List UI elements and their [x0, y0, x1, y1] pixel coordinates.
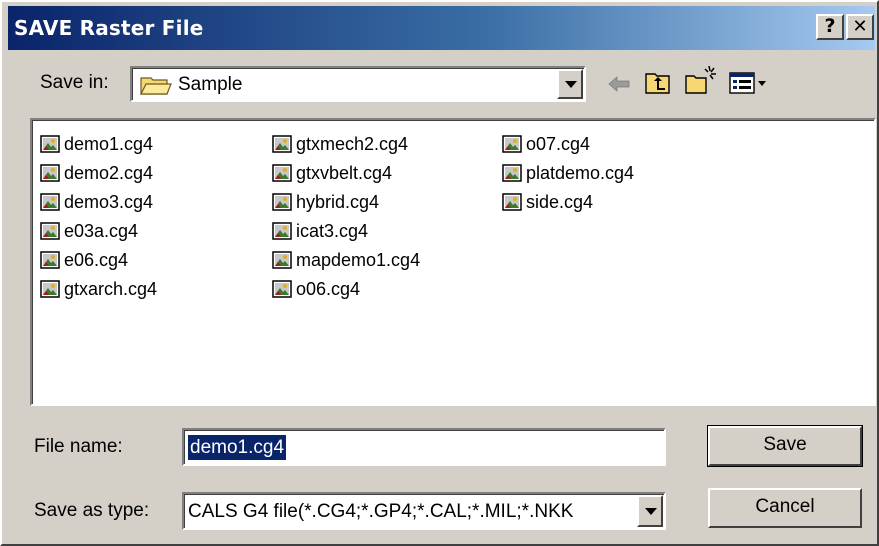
save-in-label: Save in:	[40, 72, 109, 93]
save-button[interactable]: Save	[707, 425, 863, 467]
close-button[interactable]: ✕	[846, 14, 874, 40]
file-name-value: demo1.cg4	[188, 435, 287, 460]
save-in-dropdown[interactable]: Sample	[130, 66, 586, 102]
title-bar[interactable]: SAVE Raster File ? ✕	[8, 6, 875, 50]
file-item-label: gtxmech2.cg4	[296, 133, 409, 154]
file-item[interactable]: gtxarch.cg4	[40, 275, 157, 303]
file-item[interactable]: o06.cg4	[272, 275, 360, 303]
back-arrow-icon[interactable]	[606, 72, 632, 96]
save-in-value: Sample	[178, 74, 243, 95]
image-file-icon	[502, 164, 522, 182]
window-title: SAVE Raster File	[14, 16, 204, 40]
file-item-label: demo1.cg4	[64, 133, 154, 154]
image-file-icon	[272, 251, 292, 269]
file-item[interactable]: gtxvbelt.cg4	[272, 159, 392, 187]
save-as-type-dropdown-button[interactable]	[637, 495, 663, 527]
image-file-icon	[40, 135, 60, 153]
up-folder-icon[interactable]	[644, 68, 672, 96]
file-item-label: demo2.cg4	[64, 162, 154, 183]
file-item[interactable]: demo3.cg4	[40, 188, 153, 216]
save-in-dropdown-button[interactable]	[557, 69, 583, 99]
save-raster-dialog: SAVE Raster File ? ✕ Save in: Sample dem…	[0, 0, 879, 546]
file-item[interactable]: e03a.cg4	[40, 217, 138, 245]
image-file-icon	[40, 193, 60, 211]
file-item[interactable]: icat3.cg4	[272, 217, 368, 245]
file-item-label: gtxarch.cg4	[64, 278, 158, 299]
file-item-label: mapdemo1.cg4	[296, 249, 421, 270]
image-file-icon	[272, 193, 292, 211]
file-name-input[interactable]: demo1.cg4	[182, 428, 666, 466]
file-item[interactable]: demo2.cg4	[40, 159, 153, 187]
cancel-button[interactable]: Cancel	[708, 488, 862, 528]
file-item-label: icat3.cg4	[296, 220, 369, 241]
file-item[interactable]: mapdemo1.cg4	[272, 246, 420, 274]
file-item[interactable]: side.cg4	[502, 188, 593, 216]
save-as-type-dropdown[interactable]: CALS G4 file(*.CG4;*.GP4;*.CAL;*.MIL;*.N…	[182, 492, 666, 530]
file-item-label: e03a.cg4	[64, 220, 139, 241]
file-item-label: gtxvbelt.cg4	[296, 162, 393, 183]
file-item-label: platdemo.cg4	[526, 162, 635, 183]
image-file-icon	[40, 164, 60, 182]
image-file-icon	[272, 135, 292, 153]
image-file-icon	[40, 251, 60, 269]
image-file-icon	[502, 193, 522, 211]
file-item-label: o06.cg4	[296, 278, 361, 299]
file-item[interactable]: hybrid.cg4	[272, 188, 379, 216]
save-as-type-label: Save as type:	[34, 500, 150, 521]
view-menu-icon[interactable]	[728, 70, 768, 96]
folder-icon	[140, 77, 172, 95]
save-as-type-value: CALS G4 file(*.CG4;*.GP4;*.CAL;*.MIL;*.N…	[188, 501, 574, 522]
new-folder-icon[interactable]	[684, 64, 718, 96]
file-item[interactable]: e06.cg4	[40, 246, 128, 274]
file-item-label: demo3.cg4	[64, 191, 154, 212]
file-item-label: side.cg4	[526, 191, 594, 212]
file-item-label: o07.cg4	[526, 133, 591, 154]
image-file-icon	[272, 280, 292, 298]
file-item[interactable]: gtxmech2.cg4	[272, 130, 408, 158]
file-list[interactable]: demo1.cg4 demo2.cg4 demo3.cg4 e03a.cg4 e06.c…	[30, 118, 876, 406]
image-file-icon	[40, 280, 60, 298]
file-item-label: hybrid.cg4	[296, 191, 380, 212]
file-item[interactable]: demo1.cg4	[40, 130, 153, 158]
file-name-label: File name:	[34, 436, 123, 457]
image-file-icon	[502, 135, 522, 153]
help-button[interactable]: ?	[816, 14, 844, 40]
image-file-icon	[272, 164, 292, 182]
file-item[interactable]: platdemo.cg4	[502, 159, 634, 187]
image-file-icon	[272, 222, 292, 240]
file-item-label: e06.cg4	[64, 249, 129, 270]
file-item[interactable]: o07.cg4	[502, 130, 590, 158]
image-file-icon	[40, 222, 60, 240]
